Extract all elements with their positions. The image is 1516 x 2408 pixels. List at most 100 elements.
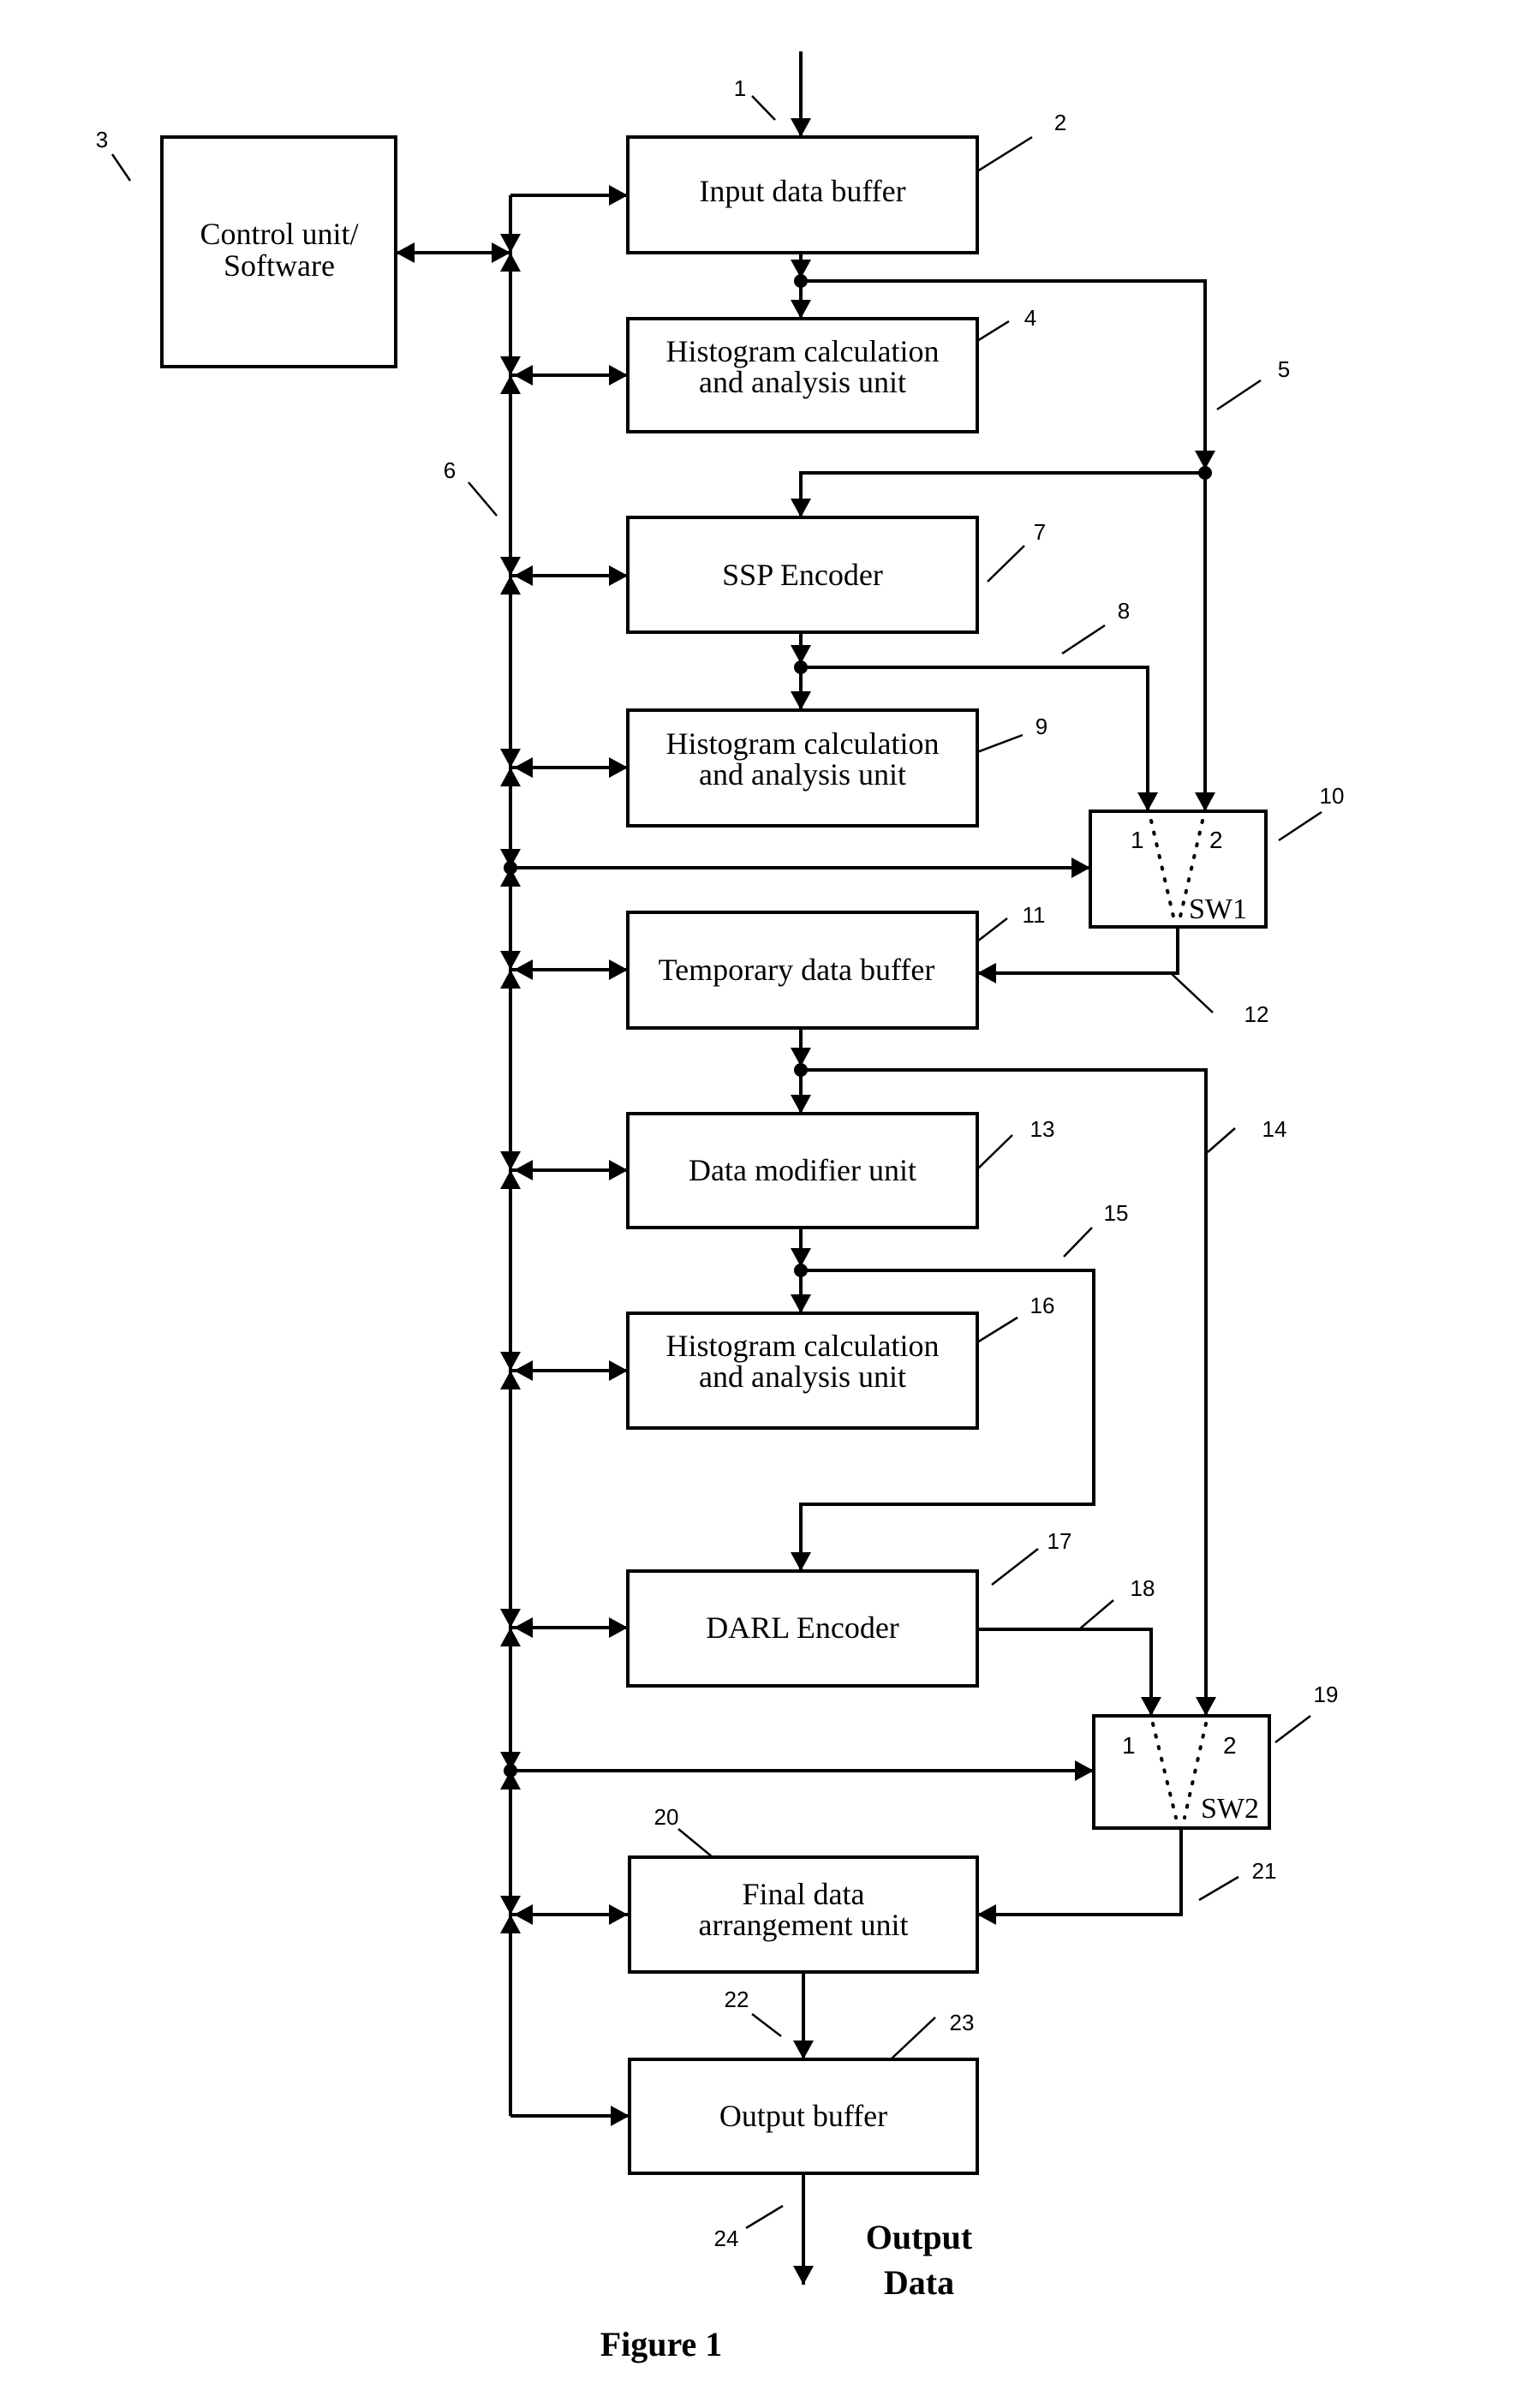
arrowhead (609, 1160, 628, 1180)
leader-line (751, 2013, 782, 2037)
block-label: SSP Encoder (722, 558, 883, 592)
switch-input-1-label: 1 (1131, 827, 1144, 853)
ref-numeral-4: 4 (1024, 305, 1036, 331)
switch-name: SW1 (1189, 893, 1247, 925)
junction-dot (1198, 466, 1212, 480)
data-modifier-unit-block: Data modifier unit (626, 1112, 979, 1229)
switch-input-1-label: 1 (1122, 1732, 1136, 1759)
block-diagram: Control unit/ Software Input data buffer… (96, 51, 1344, 2363)
arrowhead (500, 970, 521, 989)
output-buffer-block: Output buffer (628, 2058, 979, 2175)
leader-line (1198, 1875, 1239, 1902)
final-data-arrangement-unit-block: Final data arrangement unit (628, 1855, 979, 1974)
arrowhead (500, 356, 521, 375)
ref-numeral-21: 21 (1252, 1858, 1277, 1884)
arrowhead (1195, 792, 1215, 811)
leader-line (751, 95, 776, 121)
ref-numeral-16: 16 (1030, 1293, 1055, 1318)
arrowhead (500, 1915, 521, 1933)
path-18 (977, 1628, 1153, 1716)
arrowhead (514, 1360, 533, 1381)
path-12 (977, 927, 1179, 975)
arrowhead (514, 757, 533, 778)
arrowhead (611, 2106, 630, 2126)
arrowhead (793, 2266, 814, 2285)
ref-numeral-11: 11 (1023, 902, 1046, 928)
svg-text:Control unit/: Control unit/ (200, 217, 358, 251)
arrowhead (791, 499, 811, 517)
arrowhead (1075, 1760, 1094, 1781)
junction-dot (794, 660, 808, 674)
arrowhead (396, 242, 415, 263)
arrowhead (609, 365, 628, 385)
junction-dot (504, 861, 517, 875)
histogram-unit-1-block: Histogram calculation and analysis unit (626, 317, 979, 433)
output-data-label-line: Output (866, 2218, 973, 2256)
block-label-line: and analysis unit (699, 365, 906, 399)
arrowhead (791, 1294, 811, 1313)
switch-sw1-block: 1 2 SW1 (1089, 810, 1268, 929)
block-label: Temporary data buffer (659, 953, 935, 987)
leader-line (1170, 972, 1214, 1013)
leader-line (1207, 1127, 1236, 1153)
leader-line (976, 733, 1024, 754)
arrowhead (500, 951, 521, 970)
figure-caption: Figure 1 (600, 2325, 723, 2363)
input-data-buffer-block: Input data buffer (626, 135, 979, 254)
leader-line (976, 320, 1010, 343)
block-label: Data modifier unit (689, 1153, 916, 1187)
leader-line (1078, 1599, 1114, 1630)
ref-numeral-5: 5 (1278, 356, 1290, 382)
junction-dot (794, 274, 808, 288)
arrowhead (609, 1904, 628, 1925)
leader-line (1274, 1715, 1311, 1743)
arrowhead (500, 1628, 521, 1646)
arrowhead (500, 557, 521, 576)
block-label-line: Histogram calculation (666, 726, 940, 761)
arrowhead (1196, 1697, 1216, 1716)
ref-numeral-20: 20 (654, 1804, 679, 1830)
block-label: DARL Encoder (706, 1610, 899, 1645)
arrowhead (514, 959, 533, 980)
arrowhead (500, 1151, 521, 1170)
block-label-line: and analysis unit (699, 757, 906, 792)
junction-dot (794, 1264, 808, 1277)
ref-numeral-23: 23 (950, 2010, 975, 2035)
junction-dot (504, 1764, 517, 1778)
arrowhead (500, 1170, 521, 1189)
histogram-unit-2-block: Histogram calculation and analysis unit (626, 708, 979, 828)
leader-line (976, 1316, 1018, 1344)
arrowhead (791, 300, 811, 319)
arrowhead (1141, 1697, 1161, 1716)
arrowhead (791, 1095, 811, 1114)
block-label-line: Histogram calculation (666, 334, 940, 368)
ref-numeral-17: 17 (1047, 1528, 1072, 1554)
leader-line (677, 1828, 713, 1858)
ref-numeral-1: 1 (734, 75, 746, 101)
arrowhead (500, 768, 521, 786)
ssp-encoder-block: SSP Encoder (626, 516, 979, 634)
temporary-data-buffer-block: Temporary data buffer (626, 911, 979, 1030)
arrowhead (500, 576, 521, 595)
block-label-line: arrangement unit (699, 1908, 909, 1942)
arrowhead (977, 963, 996, 983)
ref-numeral-12: 12 (1244, 1001, 1269, 1027)
arrowhead (514, 565, 533, 586)
ref-numeral-2: 2 (1054, 110, 1066, 135)
ref-numeral-8: 8 (1118, 598, 1130, 624)
leader-line (976, 135, 1033, 173)
switch-sw2-block: 1 2 SW2 (1092, 1714, 1271, 1830)
arrowhead (500, 1352, 521, 1371)
path-21 (977, 1828, 1183, 1916)
junction-dot (794, 1063, 808, 1077)
arrowhead (500, 1609, 521, 1628)
histogram-unit-3-block: Histogram calculation and analysis unit (626, 1312, 979, 1430)
arrowhead (514, 365, 533, 385)
leader-line (991, 1548, 1039, 1586)
switch-input-2-label: 2 (1223, 1732, 1237, 1759)
arrowhead (791, 1552, 811, 1571)
leader-line (745, 2204, 784, 2230)
arrowhead (609, 1360, 628, 1381)
arrowhead (609, 565, 628, 586)
leader-line (976, 917, 1008, 942)
